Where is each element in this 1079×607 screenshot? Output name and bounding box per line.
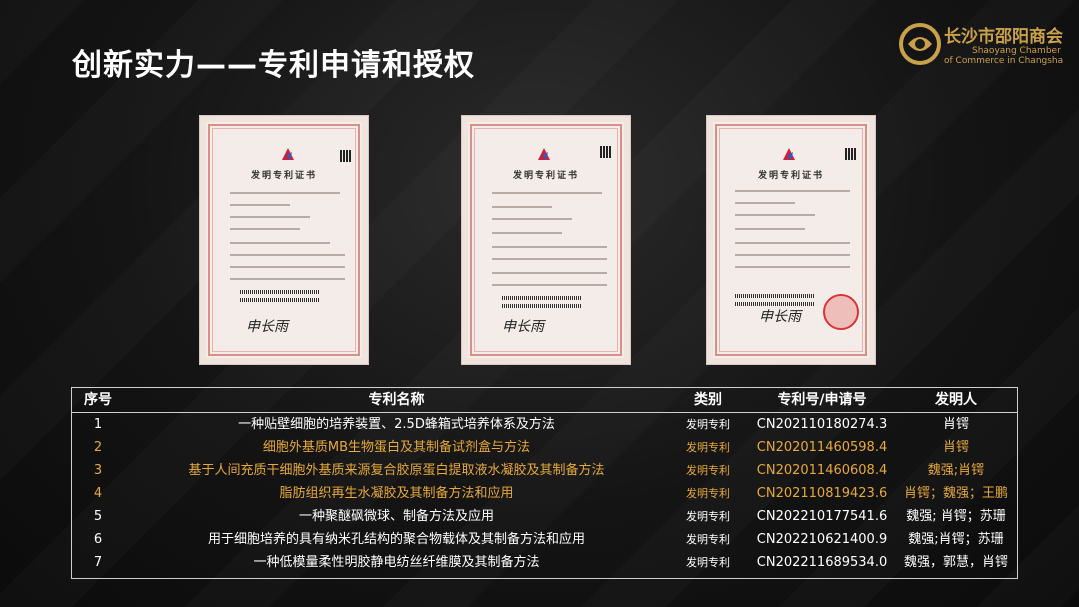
table-row: 5 一种聚醚砜微球、制备方法及应用 发明专利 CN202210177541.6 魏强; …: [72, 505, 1017, 528]
inventor: 肖锷: [942, 417, 969, 432]
row-number: 7: [93, 555, 103, 570]
patent-office-emblem-icon: [783, 148, 795, 160]
qr-code-icon: [340, 150, 352, 162]
patent-name: 一种聚醚砜微球、制备方法及应用: [298, 509, 494, 524]
inventor: 魏强;肖锷: [927, 463, 985, 478]
row-number: 2: [93, 440, 103, 455]
patent-number: CN202110819423.6: [756, 486, 888, 501]
patent-number: CN202210621400.9: [756, 532, 888, 547]
patent-table: 序号 专利名称 类别 专利号/申请号 发明人 1 一种贴壁细胞的培养装置、2.5D…: [71, 387, 1018, 579]
row-number: 3: [93, 463, 103, 478]
patent-type: 发明专利: [686, 464, 730, 477]
logo-name-en-1: Shaoyang Chamber: [972, 46, 1061, 56]
patent-name: 用于细胞培养的具有纳米孔结构的聚合物载体及其制备方法和应用: [207, 532, 585, 547]
patent-number: CN202011460608.4: [756, 463, 888, 478]
header-number: 序号: [84, 392, 112, 408]
patent-type: 发明专利: [686, 487, 730, 500]
row-number: 4: [93, 486, 103, 501]
patent-type: 发明专利: [686, 533, 730, 546]
certificate-heading: 发明专利证书: [757, 171, 824, 181]
patent-certificate-2: 发明专利证书 申长雨: [461, 115, 631, 365]
official-seal-icon: [823, 294, 859, 330]
patent-certificate-1: 发明专利证书 申长雨: [199, 115, 369, 365]
certificate-heading: 发明专利证书: [512, 171, 579, 181]
certificate-heading: 发明专利证书: [250, 171, 317, 181]
patent-number: CN202011460598.4: [756, 440, 888, 455]
patent-office-emblem-icon: [282, 148, 294, 160]
qr-code-icon: [845, 148, 857, 160]
logo-name-en-2: of Commerce in Changsha: [944, 56, 1064, 66]
table-row: 4 脂肪组织再生水凝胶及其制备方法和应用 发明专利 CN202110819423.6 肖…: [72, 482, 1017, 505]
patent-number: CN202211689534.0: [756, 555, 888, 570]
patent-name: 基于人间充质干细胞外基质来源复合胶原蛋白提取液水凝胶及其制备方法: [188, 463, 605, 478]
inventor: 肖锷；魏强；王鹏: [903, 486, 1008, 501]
signature: 申长雨: [759, 309, 801, 325]
row-number: 5: [93, 509, 103, 524]
table-row: 2 细胞外基质MB生物蛋白及其制备试剂盒与方法 发明专利 CN202011460598…: [72, 436, 1017, 459]
patent-name: 脂肪组织再生水凝胶及其制备方法和应用: [279, 486, 514, 501]
chamber-emblem-icon: [899, 23, 941, 65]
chamber-logo: 长沙市邵阳商会 Shaoyang Chamber of Commerce in …: [898, 22, 1068, 70]
table-header: 序号 专利名称 类别 专利号/申请号 发明人: [72, 389, 1017, 412]
row-number: 6: [93, 532, 103, 547]
patent-office-emblem-icon: [538, 148, 550, 160]
table-row: 1 一种贴壁细胞的培养装置、2.5D蜂箱式培养体系及方法 发明专利 CN2021101…: [72, 413, 1017, 436]
logo-name-cn: 长沙市邵阳商会: [944, 27, 1063, 47]
patent-name: 细胞外基质MB生物蛋白及其制备试剂盒与方法: [262, 440, 531, 455]
patent-name: 一种贴壁细胞的培养装置、2.5D蜂箱式培养体系及方法: [238, 417, 555, 432]
header-name: 专利名称: [368, 392, 425, 408]
header-inventor: 发明人: [935, 392, 977, 408]
inventor: 肖锷: [942, 440, 969, 455]
inventor: 魏强; 肖锷；苏珊: [906, 509, 1006, 524]
header-patent-no: 专利号/申请号: [777, 392, 867, 408]
patent-type: 发明专利: [686, 418, 730, 431]
header-type: 类别: [694, 392, 722, 408]
patent-name: 一种低模量柔性明胶静电纺丝纤维膜及其制备方法: [253, 555, 540, 570]
patent-type: 发明专利: [686, 556, 730, 569]
table-row: 7 一种低模量柔性明胶静电纺丝纤维膜及其制备方法 发明专利 CN20221168953…: [72, 551, 1017, 574]
signature: 申长雨: [502, 319, 544, 335]
qr-code-icon: [600, 146, 612, 158]
patent-type: 发明专利: [686, 510, 730, 523]
table-row: 3 基于人间充质干细胞外基质来源复合胶原蛋白提取液水凝胶及其制备方法 发明专利 CN2…: [72, 459, 1017, 482]
page-title: 创新实力——专利申请和授权: [72, 48, 475, 83]
signature: 申长雨: [246, 319, 288, 335]
patent-number: CN202210177541.6: [756, 509, 888, 524]
inventor: 魏强，郭慧，肖锷: [903, 555, 1008, 570]
row-number: 1: [93, 417, 103, 432]
patent-type: 发明专利: [686, 441, 730, 454]
patent-certificate-3: 发明专利证书 申长雨: [706, 115, 876, 365]
table-row: 6 用于细胞培养的具有纳米孔结构的聚合物载体及其制备方法和应用 发明专利 CN2022…: [72, 528, 1017, 551]
inventor: 魏强;肖锷；苏珊: [908, 532, 1004, 547]
patent-number: CN202110180274.3: [756, 417, 888, 432]
